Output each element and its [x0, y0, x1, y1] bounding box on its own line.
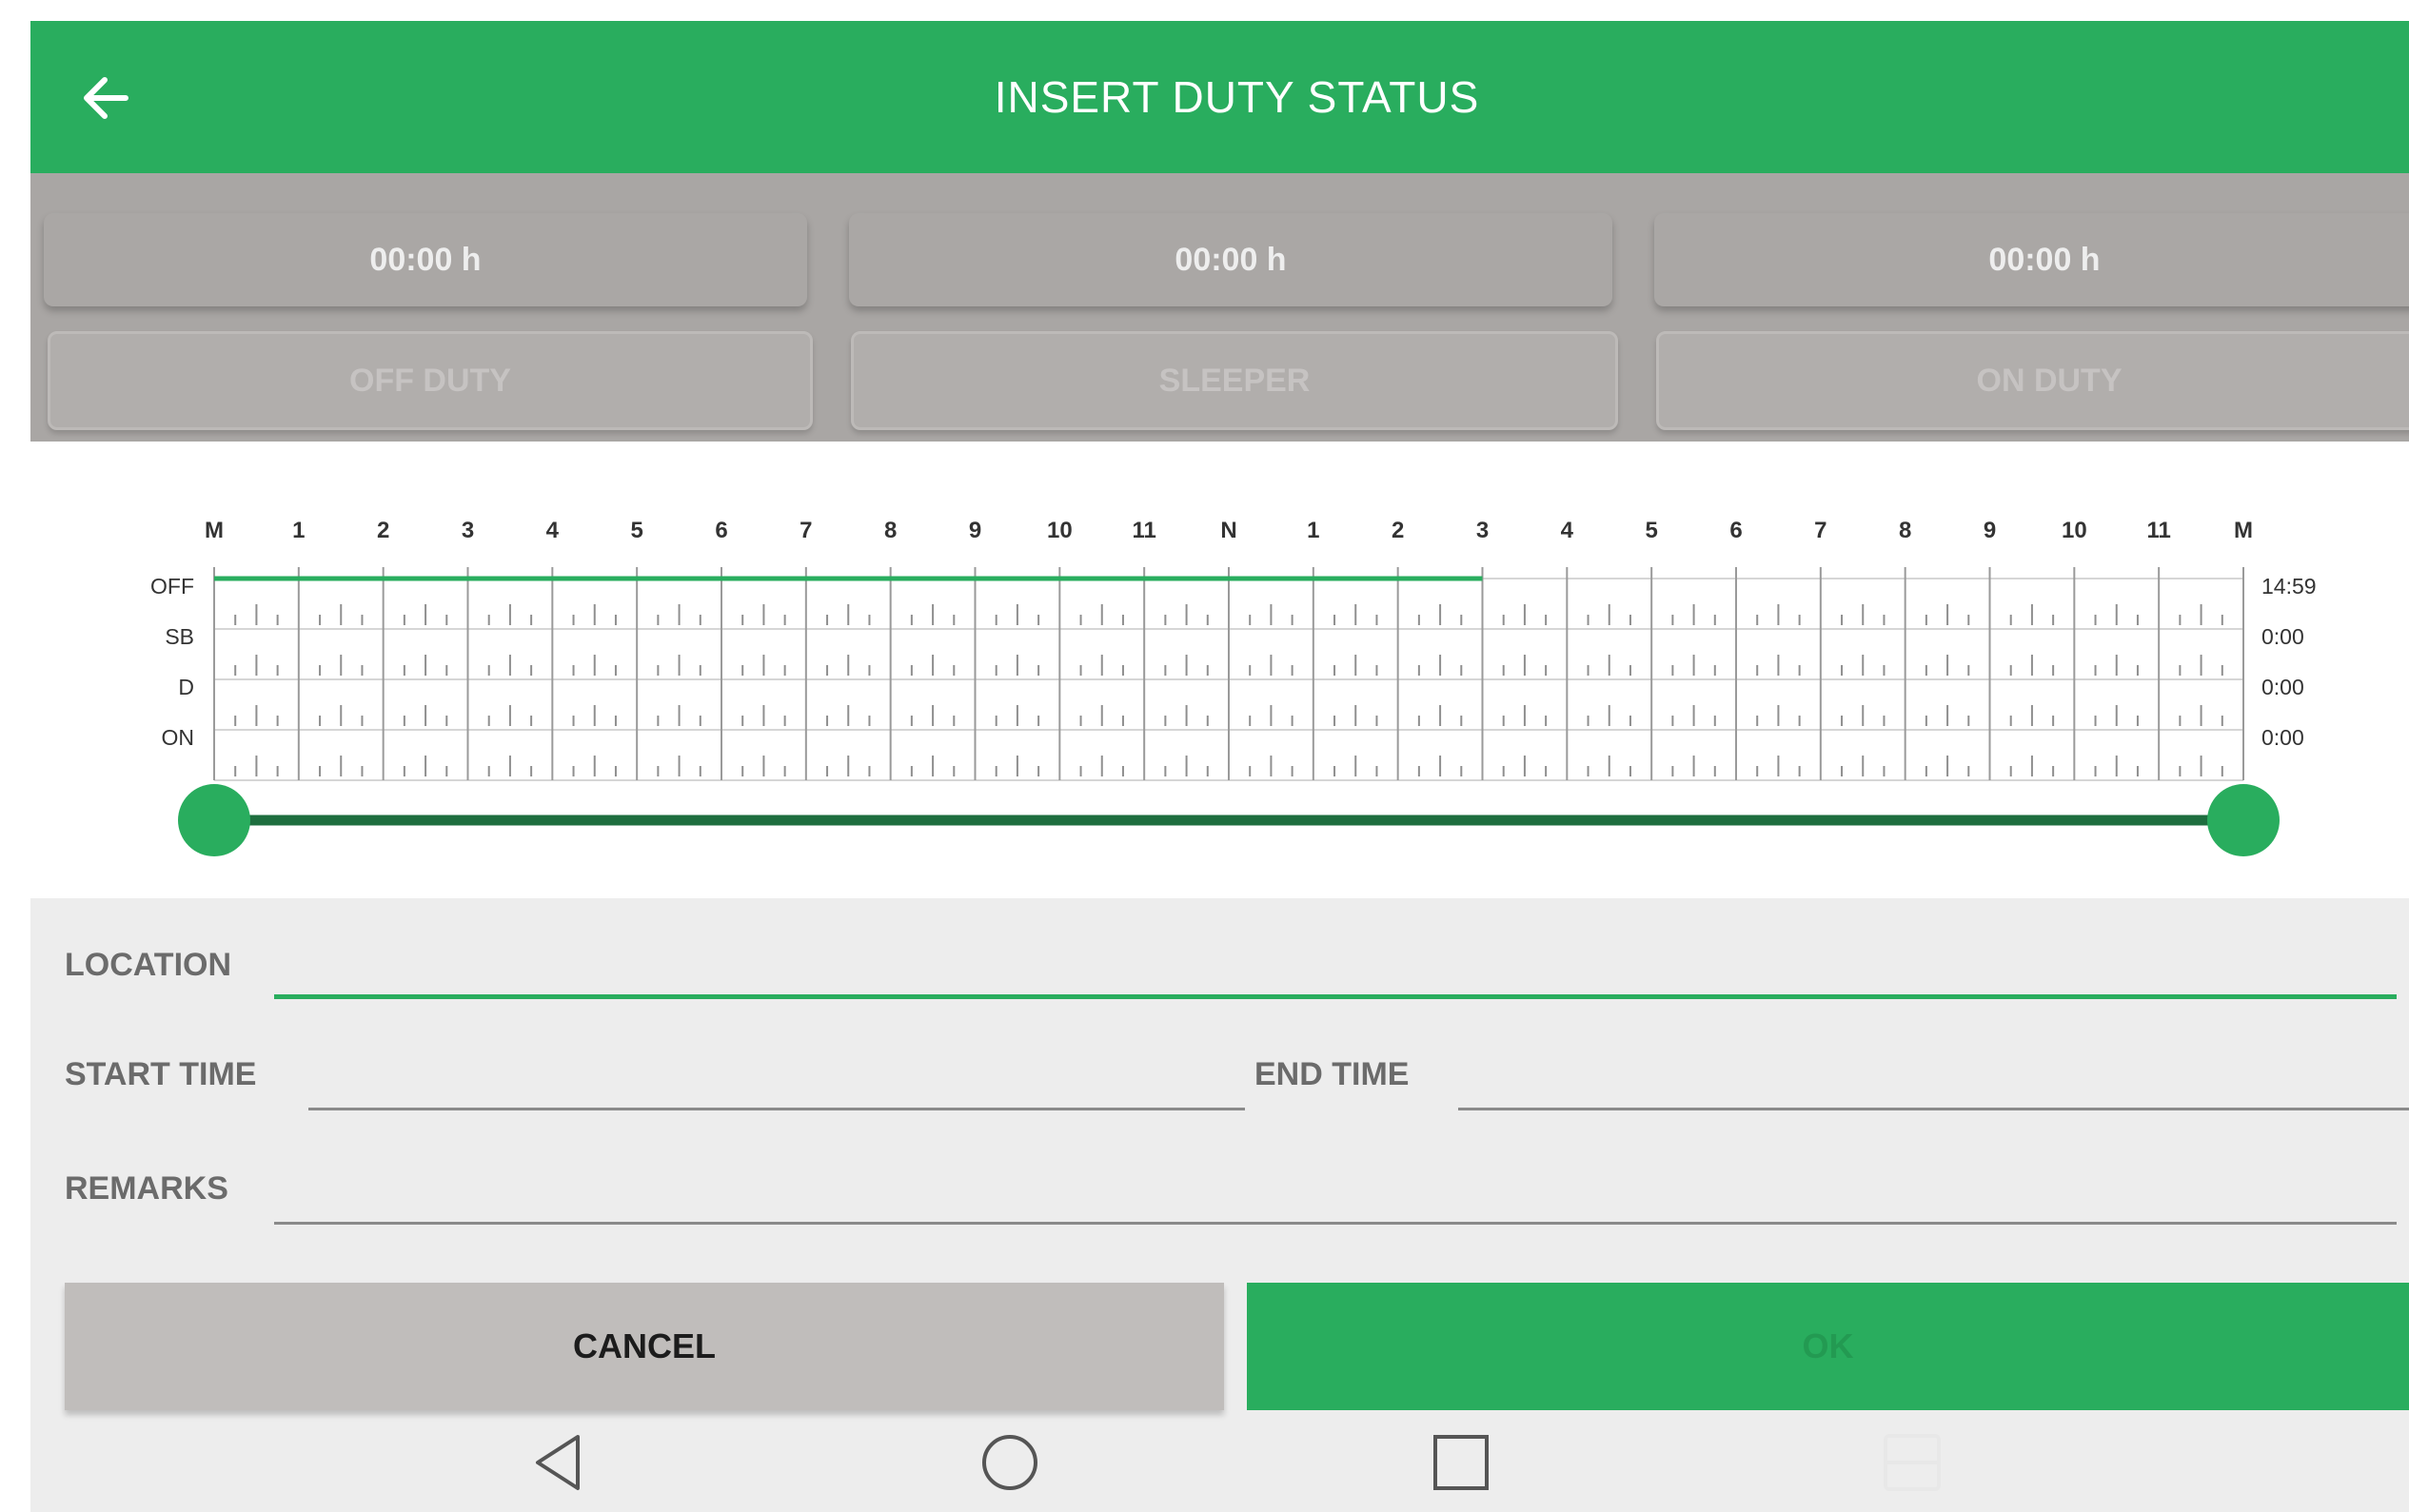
row-total-off: 14:59	[2261, 574, 2317, 599]
hour-label: M	[205, 518, 224, 543]
cancel-button[interactable]: CANCEL	[65, 1283, 1224, 1410]
off-duty-button[interactable]: OFF DUTY	[48, 331, 813, 430]
duty-graph: M 1 2 3 4 5 6 7 8 9 10 11 N 1 2 3 4 5 6 7 8 9 10 11 M OFF 14:59 SB 0…	[150, 518, 2317, 856]
hour-label: 2	[377, 518, 389, 543]
row-label-d: D	[178, 675, 194, 699]
hour-label: M	[2234, 518, 2253, 543]
hour-label: 11	[1132, 518, 1155, 543]
back-triangle-icon[interactable]	[516, 1420, 602, 1505]
hour-label: 5	[630, 518, 642, 543]
hour-label: 1	[1307, 518, 1319, 543]
hour-label: 6	[1729, 518, 1742, 543]
app-bar: INSERT DUTY STATUS	[30, 21, 2409, 173]
location-label: LOCATION	[65, 947, 232, 983]
on-duty-button[interactable]: ON DUTY	[1656, 331, 2409, 430]
split-screen-icon[interactable]	[1869, 1420, 1955, 1505]
row-total-on: 0:00	[2261, 725, 2304, 750]
on-duty-duration: 00:00 h	[1654, 213, 2409, 306]
hour-label: N	[1220, 518, 1236, 543]
row-total-sb: 0:00	[2261, 624, 2304, 649]
row-total-d: 0:00	[2261, 675, 2304, 699]
hour-label: 4	[546, 518, 560, 543]
hour-label: 3	[1476, 518, 1489, 543]
row-label-on: ON	[162, 725, 195, 750]
hour-label: 7	[800, 518, 812, 543]
hour-label: 11	[2146, 518, 2170, 543]
start-time-input[interactable]	[308, 1049, 1249, 1102]
hour-label: 8	[1899, 518, 1911, 543]
hour-label: 10	[1047, 518, 1073, 543]
start-time-label: START TIME	[65, 1056, 257, 1092]
insert-duty-status-screen: INSERT DUTY STATUS 00:00 h 00:00 h 00:00…	[30, 21, 2409, 1512]
hour-label: 7	[1814, 518, 1826, 543]
end-time-underline	[1458, 1108, 2409, 1110]
row-label-off: OFF	[150, 574, 194, 599]
hour-label: 6	[715, 518, 727, 543]
status-panel: 00:00 h 00:00 h 00:00 h OFF DUTY SLEEPER…	[30, 173, 2409, 442]
hour-label: 3	[462, 518, 474, 543]
end-time-label: END TIME	[1254, 1056, 1410, 1092]
hour-label: 9	[969, 518, 981, 543]
hour-label: 2	[1392, 518, 1404, 543]
duty-graph-area: M 1 2 3 4 5 6 7 8 9 10 11 N 1 2 3 4 5 6 7 8 9 10 11 M OFF 14:59 SB 0…	[30, 442, 2409, 898]
hour-label: 8	[884, 518, 897, 543]
end-time-input[interactable]	[1458, 1049, 2409, 1102]
page-title: INSERT DUTY STATUS	[994, 72, 1480, 122]
hour-label: 5	[1645, 518, 1657, 543]
start-time-underline	[308, 1108, 1245, 1110]
sleeper-duration: 00:00 h	[849, 213, 1612, 306]
hour-label: 4	[1561, 518, 1574, 543]
remarks-label: REMARKS	[65, 1170, 228, 1207]
ok-button[interactable]: OK	[1247, 1283, 2409, 1410]
remarks-input[interactable]	[274, 1163, 2400, 1216]
home-circle-icon[interactable]	[967, 1420, 1053, 1505]
location-input[interactable]	[274, 940, 2400, 993]
range-slider-end-handle[interactable]	[2207, 784, 2280, 856]
location-underline	[274, 994, 2397, 999]
hour-label: 1	[292, 518, 305, 543]
remarks-underline	[274, 1222, 2397, 1225]
recents-square-icon[interactable]	[1418, 1420, 1504, 1505]
sleeper-button[interactable]: SLEEPER	[851, 331, 1618, 430]
row-label-sb: SB	[165, 624, 194, 649]
hour-label: 10	[2062, 518, 2087, 543]
range-slider-start-handle[interactable]	[178, 784, 250, 856]
hour-label: 9	[1984, 518, 1996, 543]
off-duty-duration: 00:00 h	[44, 213, 807, 306]
